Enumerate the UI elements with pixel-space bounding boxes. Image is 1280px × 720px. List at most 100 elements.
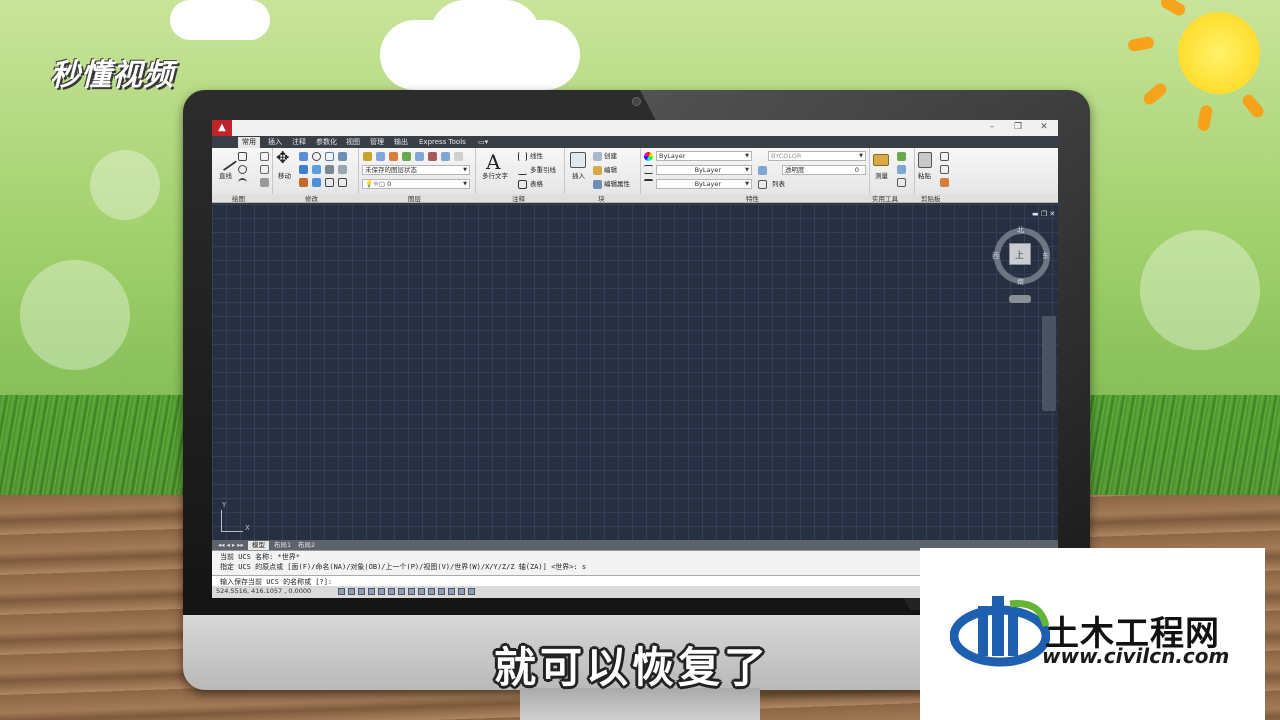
- lineweight-toggle-icon[interactable]: [418, 588, 425, 595]
- tab-layout1[interactable]: 布局1: [270, 541, 295, 550]
- tab-output[interactable]: 输出: [390, 137, 412, 148]
- multiline-text-icon[interactable]: A: [486, 150, 500, 174]
- tab-home[interactable]: 常用: [238, 137, 260, 148]
- panel-title-clipboard[interactable]: 剪贴板: [921, 195, 941, 203]
- paste-icon[interactable]: [918, 152, 932, 168]
- grid-toggle-icon[interactable]: [348, 588, 355, 595]
- calculator-icon[interactable]: [897, 178, 906, 187]
- viewcube-west[interactable]: 西: [992, 251, 999, 261]
- layer-tool-icon[interactable]: [376, 152, 385, 161]
- hatch-icon[interactable]: [260, 178, 269, 187]
- fillet-icon[interactable]: [325, 165, 334, 174]
- panel-title-modify[interactable]: 修改: [305, 195, 318, 203]
- wcs-menu-button[interactable]: [1009, 295, 1031, 303]
- polar-toggle-icon[interactable]: [368, 588, 375, 595]
- qp-toggle-icon[interactable]: [438, 588, 445, 595]
- am-toggle-icon[interactable]: [458, 588, 465, 595]
- snap-toggle-icon[interactable]: [338, 588, 345, 595]
- insert-block-icon[interactable]: [570, 152, 586, 168]
- panel-title-block[interactable]: 块: [598, 195, 605, 203]
- tab-layout2[interactable]: 布局2: [294, 541, 319, 550]
- multiline-text-button[interactable]: 多行文字: [482, 172, 508, 181]
- autocad-logo-icon[interactable]: ▲: [212, 120, 232, 136]
- tpy-toggle-icon[interactable]: [428, 588, 435, 595]
- color-dropdown[interactable]: ByLayer ▼: [656, 151, 752, 161]
- lineweight-dropdown[interactable]: ByLayer ▼: [656, 179, 752, 189]
- linetype-dropdown[interactable]: ByLayer ▼: [656, 165, 752, 175]
- model-space-toggle-icon[interactable]: [468, 588, 475, 595]
- join-icon[interactable]: [338, 178, 347, 187]
- measure-icon[interactable]: [873, 154, 889, 166]
- layer-tool-icon[interactable]: [454, 152, 463, 161]
- circle-icon[interactable]: [238, 165, 247, 174]
- panel-title-annotation[interactable]: 注释: [512, 195, 525, 203]
- layer-tool-icon[interactable]: [441, 152, 450, 161]
- circle-tool-icon[interactable]: [312, 152, 321, 161]
- tab-model[interactable]: 模型: [248, 541, 269, 550]
- maximize-icon[interactable]: ❐: [1012, 122, 1024, 132]
- scale-icon[interactable]: [325, 152, 334, 161]
- copy-icon[interactable]: [299, 152, 308, 161]
- color-wheel-icon[interactable]: [644, 152, 653, 161]
- trim-icon[interactable]: [338, 165, 347, 174]
- layer-properties-icon[interactable]: [363, 152, 372, 161]
- measure-button[interactable]: 测量: [875, 172, 888, 181]
- lineweight-icon[interactable]: [644, 179, 653, 188]
- select-all-icon[interactable]: [897, 165, 906, 174]
- array-icon[interactable]: [338, 152, 347, 161]
- drawing-canvas[interactable]: [212, 204, 1058, 540]
- multileader-button[interactable]: 多重引线: [530, 166, 556, 175]
- panel-title-properties[interactable]: 特性: [746, 195, 759, 203]
- linetype-icon[interactable]: [644, 165, 653, 174]
- stretch-icon[interactable]: [312, 165, 321, 174]
- osnap-toggle-icon[interactable]: [378, 588, 385, 595]
- viewcube-face[interactable]: 上: [1009, 243, 1031, 265]
- tab-express-tools[interactable]: Express Tools: [415, 137, 470, 148]
- layer-tool-icon[interactable]: [428, 152, 437, 161]
- tab-insert[interactable]: 插入: [264, 137, 286, 148]
- tab-nav-arrows-icon[interactable]: ◂◂ ◂ ▸ ▸▸: [214, 541, 248, 550]
- explode-icon[interactable]: [312, 178, 321, 187]
- paste-button[interactable]: 粘贴: [918, 172, 931, 181]
- tab-annotate[interactable]: 注释: [288, 137, 310, 148]
- panel-title-utilities[interactable]: 实用工具: [872, 195, 898, 203]
- transparency-field[interactable]: 透明度 0: [782, 165, 866, 175]
- close-icon[interactable]: ✕: [1038, 122, 1050, 132]
- quick-select-icon[interactable]: [897, 152, 906, 161]
- viewcube-north[interactable]: 北: [1017, 225, 1024, 235]
- move-icon[interactable]: ✥: [276, 150, 289, 166]
- move-button[interactable]: 移动: [278, 172, 291, 181]
- panel-title-draw[interactable]: 绘图: [232, 195, 245, 203]
- copy-clip-icon[interactable]: [940, 165, 949, 174]
- otrack-toggle-icon[interactable]: [388, 588, 395, 595]
- line-button[interactable]: 直线: [219, 172, 232, 181]
- workspace-toggle-icon[interactable]: ▭▾: [474, 137, 492, 148]
- table-button[interactable]: 表格: [530, 180, 543, 189]
- polyline-icon[interactable]: [238, 152, 247, 161]
- linear-dimension-button[interactable]: 线性: [530, 152, 543, 161]
- erase-icon[interactable]: [299, 178, 308, 187]
- sc-toggle-icon[interactable]: [448, 588, 455, 595]
- rectangle-icon[interactable]: [260, 165, 269, 174]
- coordinate-readout[interactable]: 524.5516, 416.1057 , 0.0000: [216, 587, 311, 595]
- tab-manage[interactable]: 管理: [366, 137, 388, 148]
- edit-block-button[interactable]: 编辑: [604, 166, 617, 175]
- match-properties-icon[interactable]: [940, 178, 949, 187]
- navigation-bar[interactable]: [1042, 316, 1056, 411]
- create-block-button[interactable]: 创建: [604, 152, 617, 161]
- insert-button[interactable]: 插入: [572, 172, 585, 181]
- edit-attributes-button[interactable]: 编辑属性: [604, 180, 630, 189]
- tab-view[interactable]: 视图: [342, 137, 364, 148]
- ortho-toggle-icon[interactable]: [358, 588, 365, 595]
- layer-tool-icon[interactable]: [389, 152, 398, 161]
- ducs-toggle-icon[interactable]: [398, 588, 405, 595]
- current-layer-dropdown[interactable]: 💡☼▢ 0 ▼: [362, 179, 470, 189]
- rotate-icon[interactable]: [260, 152, 269, 161]
- arc-icon[interactable]: [238, 178, 247, 187]
- layer-state-dropdown[interactable]: 未保存的图层状态 ▼: [362, 165, 470, 175]
- viewcube-south[interactable]: 南: [1017, 277, 1024, 287]
- cut-icon[interactable]: [940, 152, 949, 161]
- plotstyle-dropdown[interactable]: BYCOLOR ▼: [768, 151, 866, 161]
- layer-tool-icon[interactable]: [402, 152, 411, 161]
- viewcube-east[interactable]: 东: [1042, 251, 1049, 261]
